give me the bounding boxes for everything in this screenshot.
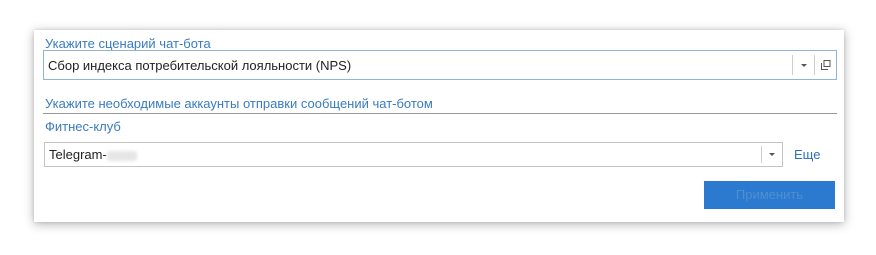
accounts-label: Укажите необходимые аккаунты отправки со… bbox=[45, 96, 433, 111]
account-group-label: Фитнес-клуб bbox=[45, 119, 121, 134]
account-select[interactable]: Telegram- bbox=[44, 142, 783, 167]
account-select-prefix: Telegram- bbox=[49, 147, 107, 162]
accounts-divider bbox=[43, 113, 837, 114]
chevron-down-icon bbox=[769, 153, 775, 156]
account-select-value: Telegram- bbox=[49, 147, 137, 162]
open-window-icon bbox=[821, 60, 831, 70]
more-accounts-link[interactable]: Еще bbox=[794, 147, 820, 162]
scenario-label: Укажите сценарий чат-бота bbox=[45, 36, 211, 51]
apply-button[interactable]: Применить bbox=[704, 181, 835, 209]
scenario-open-button[interactable] bbox=[815, 51, 837, 79]
scenario-select[interactable]: Сбор индекса потребительской лояльности … bbox=[43, 50, 837, 80]
chatbot-settings-panel: Укажите сценарий чат-бота Сбор индекса п… bbox=[34, 30, 844, 222]
scenario-select-value: Сбор индекса потребительской лояльности … bbox=[48, 58, 352, 73]
scenario-dropdown-button[interactable] bbox=[793, 51, 814, 79]
chevron-down-icon bbox=[801, 64, 807, 67]
redacted-text bbox=[106, 150, 137, 161]
account-dropdown-button[interactable] bbox=[762, 143, 782, 166]
